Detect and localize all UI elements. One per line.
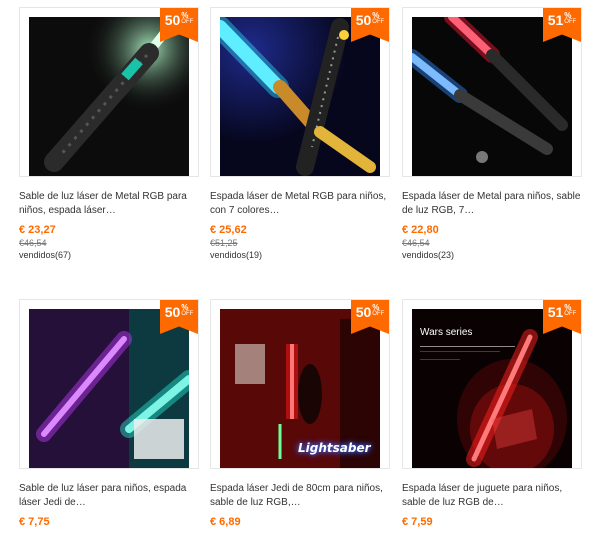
product-title[interactable]: Sable de luz láser para niños, espada lá… [19,482,199,510]
sold-count: vendidos(67) [19,250,72,260]
product-price: € 7,59 [402,516,433,528]
product-thumbnail[interactable]: 50 % OFF [19,7,199,177]
product-price: € 25,62 [210,224,247,236]
original-price: €46,54 [19,238,47,248]
product-price: € 23,27 [19,224,56,236]
caption-divider [420,351,500,352]
product-title[interactable]: Espada láser de juguete para niños, sabl… [402,482,582,510]
red-blue-lightsabers-image [412,17,572,176]
product-title[interactable]: Espada láser de Metal para niños, sable … [402,190,582,218]
product-card[interactable]: Wars series 51 % OFF Espada láser de jugu… [402,299,588,528]
product-thumbnail[interactable]: 51 % OFF [402,7,582,177]
product-card[interactable]: 51 % OFF Espada láser de Metal para niños… [402,7,588,260]
original-price: €46,54 [402,238,430,248]
product-price: € 7,75 [19,516,50,528]
product-title[interactable]: Espada láser de Metal RGB para niños, co… [210,190,390,218]
image-caption: Wars series [420,327,473,338]
image-caption: Lightsaber [298,441,371,455]
product-card[interactable]: Lightsaber 50 % OFF Espada láser Jedi de … [210,299,396,528]
red-room-lightsaber-image: Lightsaber [220,309,380,468]
product-price: € 22,80 [402,224,439,236]
product-card[interactable]: 50 % OFF Sable de luz láser para niños, e… [19,299,205,528]
cyan-gold-lightsaber-image [220,17,380,176]
caption-divider [420,346,515,347]
caption-divider [420,359,460,360]
product-price: € 6,89 [210,516,241,528]
sold-count: vendidos(23) [402,250,455,260]
product-card[interactable]: 50 % OFF Sable de luz láser de Metal RGB … [19,7,205,260]
product-thumbnail[interactable]: 50 % OFF [19,299,199,469]
product-card[interactable]: 50 % OFF Espada láser de Metal RGB para n… [210,7,396,260]
product-thumbnail[interactable]: Lightsaber 50 % OFF [210,299,390,469]
product-title[interactable]: Sable de luz láser de Metal RGB para niñ… [19,190,199,218]
red-hoodie-lightsaber-image: Wars series [412,309,572,468]
product-thumbnail[interactable]: Wars series 51 % OFF [402,299,582,469]
product-title[interactable]: Espada láser Jedi de 80cm para niños, sa… [210,482,390,510]
original-price: €51,25 [210,238,238,248]
product-thumbnail[interactable]: 50 % OFF [210,7,390,177]
purple-cyan-lightsabers-image [29,309,189,468]
sold-count: vendidos(19) [210,250,263,260]
green-lightsaber-image [29,17,189,176]
